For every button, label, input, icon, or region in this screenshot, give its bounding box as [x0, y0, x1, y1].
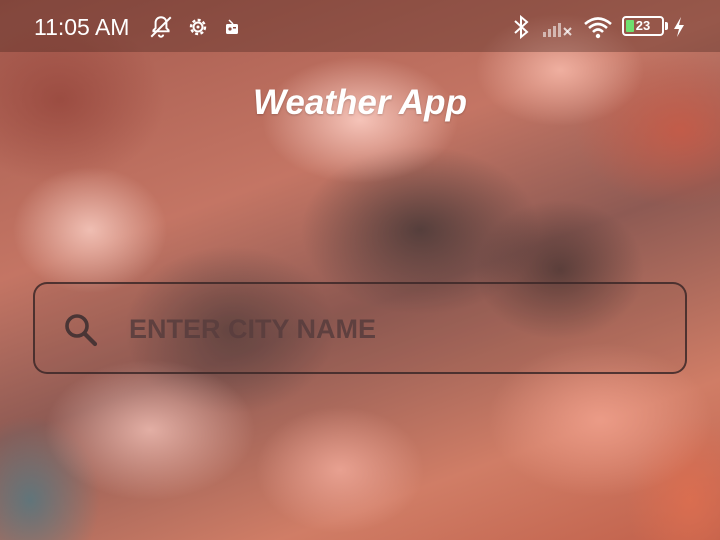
battery-icon: 23	[622, 16, 668, 36]
status-time: 11:05 AM	[34, 14, 130, 40]
wifi-icon	[582, 13, 614, 41]
app-title: Weather App	[253, 83, 467, 122]
radio-icon	[224, 13, 240, 41]
notifications-off-icon	[147, 13, 175, 41]
charging-icon	[670, 13, 688, 41]
city-name-input[interactable]	[129, 304, 649, 354]
signal-off-icon	[540, 13, 574, 41]
city-search-box[interactable]	[33, 282, 687, 374]
search-icon[interactable]	[61, 310, 101, 350]
battery-tip	[665, 22, 668, 30]
app-screen: 11:05 AM 23 Weather App ENTER CITY NAME	[0, 0, 720, 540]
bluetooth-icon	[509, 13, 533, 41]
settings-icon	[185, 13, 211, 41]
status-bar: 11:05 AM 23	[0, 0, 720, 52]
battery-level: 23	[635, 18, 651, 33]
